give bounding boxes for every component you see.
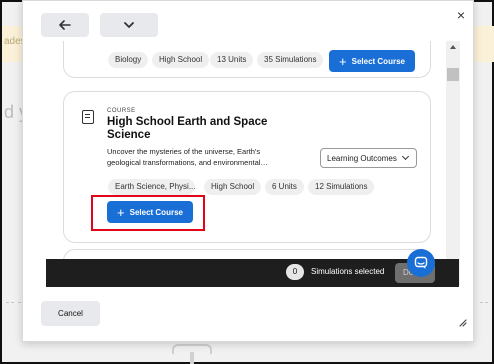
arrow-left-icon <box>59 20 71 30</box>
learning-outcomes-label: Learning Outcomes <box>327 153 397 163</box>
course-card-biology: Biology High School 13 Units 35 Simulati… <box>63 41 431 78</box>
select-course-button[interactable]: + Select Course <box>329 50 415 72</box>
background-dash <box>480 302 488 303</box>
chip-subject: Biology <box>108 52 149 68</box>
scroll-up-arrow-icon[interactable] <box>450 45 456 49</box>
chip-units: 6 Units <box>265 179 304 195</box>
expand-button[interactable] <box>100 13 158 37</box>
chip-level: High School <box>204 179 262 195</box>
selected-count: 0 <box>286 264 304 280</box>
chat-icon <box>414 256 428 269</box>
chip-simulations: 35 Simulations <box>257 52 324 68</box>
learning-outcomes-dropdown[interactable]: Learning Outcomes <box>320 148 417 168</box>
resize-handle-icon[interactable] <box>457 317 467 327</box>
scrollbar[interactable] <box>446 41 460 285</box>
scroll-thumb[interactable] <box>447 68 459 81</box>
background-connector-stem <box>190 352 194 364</box>
chip-simulations: 12 Simulations <box>308 179 375 195</box>
course-picker-modal: × Biology High School 13 Units 35 Simula… <box>22 0 474 342</box>
course-list[interactable]: Biology High School 13 Units 35 Simulati… <box>40 41 446 285</box>
chip-level: High School <box>152 52 210 68</box>
book-icon <box>82 110 94 124</box>
course-title: High School Earth and Space Science <box>107 116 268 141</box>
chip-units: 13 Units <box>210 52 254 68</box>
selected-label: Simulations selected <box>311 267 385 276</box>
course-eyebrow: COURSE <box>107 108 136 114</box>
chevron-down-icon <box>401 152 410 161</box>
chat-button[interactable] <box>407 249 435 277</box>
plus-icon: + <box>339 53 347 69</box>
select-course-label: Select Course <box>351 56 405 66</box>
chip-subject: Earth Science, Physi... <box>108 179 195 195</box>
back-button[interactable] <box>41 13 89 37</box>
chevron-down-icon <box>124 22 134 28</box>
background-dash <box>6 302 14 303</box>
selection-bar: 0 Simulations selected Done <box>46 259 459 287</box>
course-description: Uncover the mysteries of the universe, E… <box>107 147 268 167</box>
highlight-box <box>91 195 205 231</box>
cancel-button[interactable]: Cancel <box>41 301 100 326</box>
close-icon[interactable]: × <box>454 7 468 23</box>
